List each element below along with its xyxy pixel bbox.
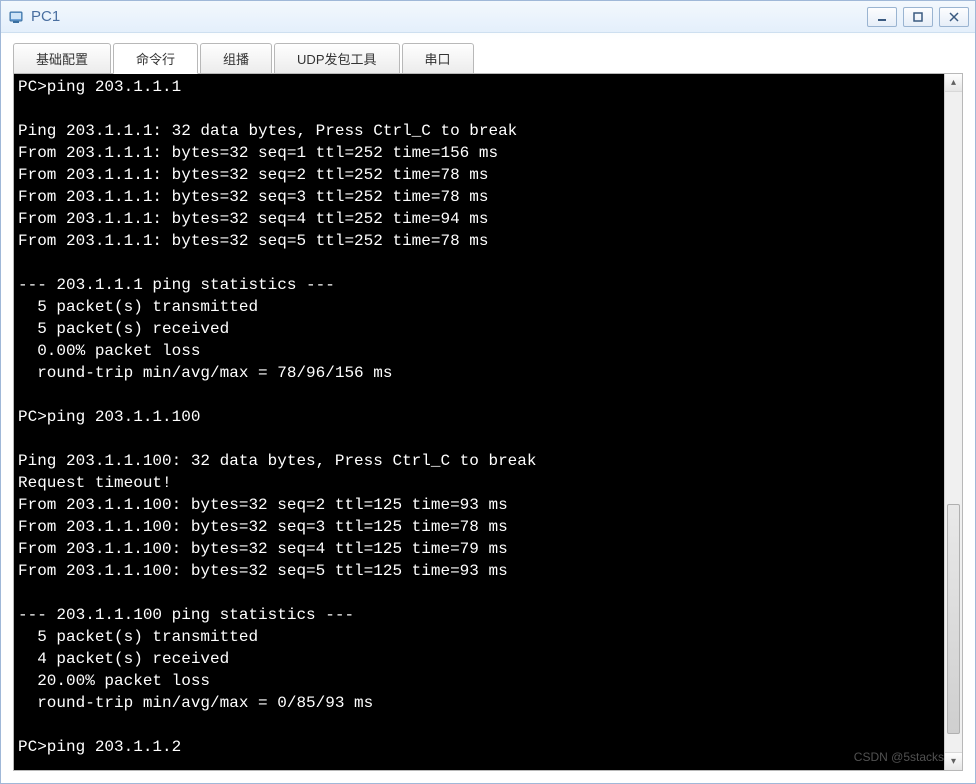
app-icon [7, 8, 25, 26]
tab-command-line[interactable]: 命令行 [113, 43, 198, 74]
tab-udp-tool[interactable]: UDP发包工具 [274, 43, 399, 74]
scrollbar[interactable]: ▴ ▾ [944, 74, 962, 770]
terminal-output[interactable]: PC>ping 203.1.1.1 Ping 203.1.1.1: 32 dat… [14, 74, 944, 770]
app-window: PC1 基础配置 命令行 组播 UDP发包工具 串口 PC>ping 203.1… [0, 0, 976, 784]
minimize-button[interactable] [867, 7, 897, 27]
scroll-thumb[interactable] [947, 504, 960, 734]
tab-basic-config[interactable]: 基础配置 [13, 43, 111, 74]
window-title: PC1 [31, 8, 867, 25]
tab-bar: 基础配置 命令行 组播 UDP发包工具 串口 [13, 43, 963, 73]
scroll-up-arrow-icon[interactable]: ▴ [945, 74, 962, 92]
content-area: 基础配置 命令行 组播 UDP发包工具 串口 PC>ping 203.1.1.1… [1, 33, 975, 783]
terminal-panel: PC>ping 203.1.1.1 Ping 203.1.1.1: 32 dat… [13, 73, 963, 771]
tab-multicast[interactable]: 组播 [200, 43, 272, 74]
window-controls [867, 7, 969, 27]
scroll-down-arrow-icon[interactable]: ▾ [945, 752, 962, 770]
close-button[interactable] [939, 7, 969, 27]
title-bar[interactable]: PC1 [1, 1, 975, 33]
maximize-button[interactable] [903, 7, 933, 27]
tab-serial[interactable]: 串口 [402, 43, 474, 74]
watermark: CSDN @5stacks [854, 750, 944, 764]
